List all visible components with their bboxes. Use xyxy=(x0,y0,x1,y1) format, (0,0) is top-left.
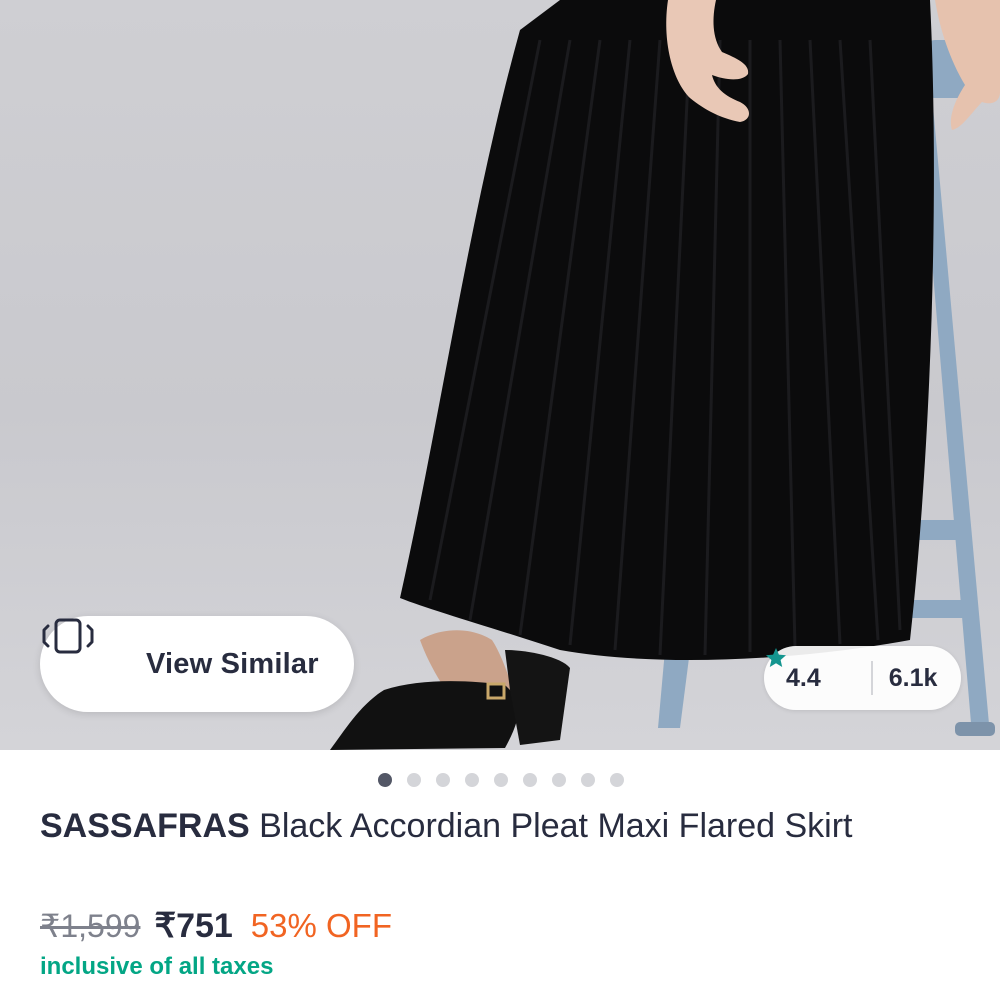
carousel-dot[interactable] xyxy=(610,773,624,787)
carousel-dot[interactable] xyxy=(378,773,392,787)
carousel-dot[interactable] xyxy=(465,773,479,787)
carousel-dot[interactable] xyxy=(552,773,566,787)
product-title: SASSAFRAS Black Accordian Pleat Maxi Fla… xyxy=(40,804,940,848)
product-brand: SASSAFRAS xyxy=(40,807,250,845)
mrp-price: ₹1,599 xyxy=(40,908,141,944)
tax-note: inclusive of all taxes xyxy=(40,953,274,980)
carousel-dot[interactable] xyxy=(436,773,450,787)
product-image[interactable]: View Similar 4.4 6.1k xyxy=(0,0,1000,750)
rating-badge[interactable]: 4.4 6.1k xyxy=(764,646,961,710)
product-name: Black Accordian Pleat Maxi Flared Skirt xyxy=(249,807,853,845)
view-similar-label: View Similar xyxy=(146,647,319,680)
rating-divider xyxy=(870,661,873,695)
view-similar-icon xyxy=(42,618,124,684)
carousel-dot[interactable] xyxy=(494,773,508,787)
selling-price: ₹751 xyxy=(154,907,233,945)
carousel-dot[interactable] xyxy=(581,773,595,787)
rating-score: 4.4 xyxy=(786,663,821,692)
carousel-dot[interactable] xyxy=(523,773,537,787)
view-similar-button[interactable]: View Similar xyxy=(40,616,354,712)
discount-label: 53% OFF xyxy=(250,907,392,944)
star-icon xyxy=(766,648,855,690)
rating-count: 6.1k xyxy=(888,663,938,692)
image-carousel-indicator xyxy=(0,770,1000,790)
carousel-dot[interactable] xyxy=(407,773,421,787)
price-row: ₹1,599 ₹751 53% OFF xyxy=(40,906,392,952)
